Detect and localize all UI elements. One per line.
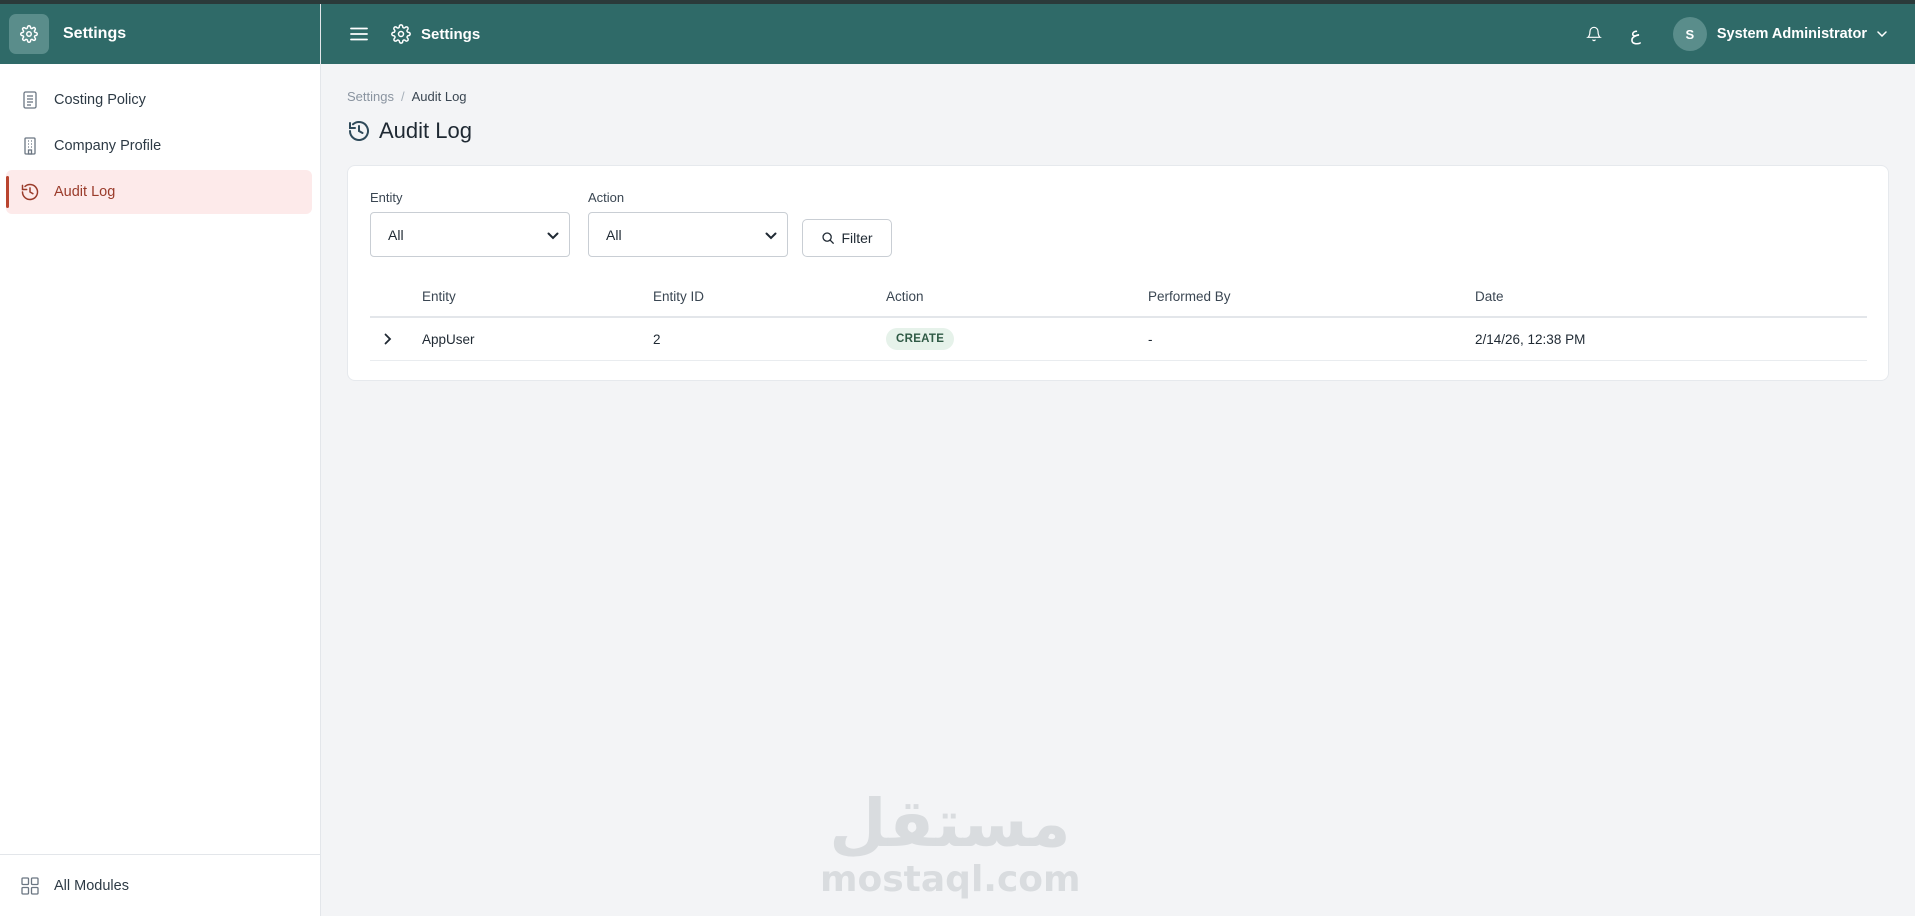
entity-filter-label: Entity — [370, 190, 403, 205]
main-content: Settings / Audit Log Audit Log Entity Al… — [347, 88, 1889, 381]
watermark-arabic: مستقل — [829, 785, 1071, 862]
gear-icon — [391, 24, 411, 44]
search-icon — [821, 231, 835, 245]
sidebar-title: Settings — [63, 25, 127, 42]
all-modules-link[interactable]: All Modules — [0, 854, 320, 916]
cell-action: CREATE — [886, 328, 1148, 350]
avatar: S — [1672, 17, 1707, 51]
building-icon — [20, 136, 40, 156]
column-header-entity[interactable]: Entity — [422, 289, 653, 304]
column-header-date[interactable]: Date — [1475, 289, 1867, 304]
chevron-down-icon — [547, 227, 559, 243]
audit-table: Entity Entity ID Action Performed By Dat… — [370, 276, 1867, 361]
watermark-latin: mostaql.com — [820, 859, 1081, 900]
action-badge: CREATE — [886, 328, 955, 350]
sidebar-item-label: Costing Policy — [54, 92, 146, 108]
topbar-title: Settings — [421, 25, 481, 43]
action-select[interactable]: All — [588, 212, 788, 257]
entity-filter: Entity All — [370, 190, 570, 257]
page-title: Audit Log — [379, 118, 472, 143]
action-filter-label: Action — [588, 190, 625, 205]
all-modules-label: All Modules — [54, 877, 129, 894]
audit-log-card: Entity All Action All Filter Entity Enti… — [347, 165, 1889, 381]
sidebar-item-audit-log[interactable]: Audit Log — [6, 170, 312, 214]
breadcrumb-root[interactable]: Settings — [347, 89, 394, 104]
breadcrumb-current: Audit Log — [411, 88, 467, 104]
bell-icon[interactable] — [1582, 22, 1606, 46]
sidebar-header: Settings — [0, 4, 320, 64]
action-select-value: All — [606, 226, 622, 243]
breadcrumb-separator: / — [400, 88, 405, 104]
language-switch[interactable]: ع — [1630, 24, 1641, 45]
watermark: مستقل mostaql.com — [820, 785, 1081, 900]
history-icon — [347, 119, 371, 143]
column-header-entity-id[interactable]: Entity ID — [653, 289, 886, 304]
grid-icon — [20, 876, 40, 896]
sidebar-item-label: Company Profile — [54, 138, 162, 154]
chevron-down-icon — [765, 227, 777, 243]
sidebar-nav: Costing Policy Company Profile Audit Log — [0, 64, 320, 214]
user-name: System Administrator — [1716, 26, 1867, 42]
chevron-right-icon[interactable] — [384, 333, 392, 345]
column-header-action[interactable]: Action — [886, 289, 1148, 304]
sidebar-item-costing-policy[interactable]: Costing Policy — [6, 78, 312, 122]
sidebar-item-label: Audit Log — [54, 184, 116, 200]
page-header: Audit Log — [347, 116, 1889, 146]
sidebar-gear-icon[interactable] — [9, 14, 49, 54]
user-menu[interactable]: S System Administrator — [1672, 17, 1887, 51]
topbar-actions: ع S System Administrator — [1582, 17, 1915, 51]
cell-performed-by: - — [1148, 331, 1153, 347]
sidebar-item-company-profile[interactable]: Company Profile — [6, 124, 312, 168]
action-filter: Action All — [588, 190, 788, 257]
top-bar: Settings ع S System Administrator — [321, 4, 1915, 64]
cell-entity-id: 2 — [653, 331, 661, 347]
table-header: Entity Entity ID Action Performed By Dat… — [370, 276, 1867, 318]
chevron-down-icon — [1877, 31, 1887, 37]
cell-date: 2/14/26, 12:38 PM — [1475, 331, 1586, 347]
entity-select[interactable]: All — [370, 212, 570, 257]
history-icon — [20, 182, 40, 202]
hamburger-icon[interactable] — [347, 22, 371, 46]
table-row[interactable]: AppUser 2 CREATE - 2/14/26, 12:38 PM — [370, 318, 1867, 361]
filter-button-label: Filter — [841, 230, 873, 246]
row-expand-cell — [370, 333, 422, 345]
filter-button[interactable]: Filter — [802, 219, 892, 257]
document-icon — [20, 90, 40, 110]
filter-bar: Entity All Action All Filter — [370, 190, 892, 257]
sidebar: Settings Costing Policy Company Profile … — [0, 4, 321, 916]
entity-select-value: All — [388, 226, 404, 243]
column-header-performed-by[interactable]: Performed By — [1148, 289, 1475, 304]
breadcrumb: Settings / Audit Log — [347, 88, 1889, 104]
cell-entity: AppUser — [422, 331, 475, 347]
